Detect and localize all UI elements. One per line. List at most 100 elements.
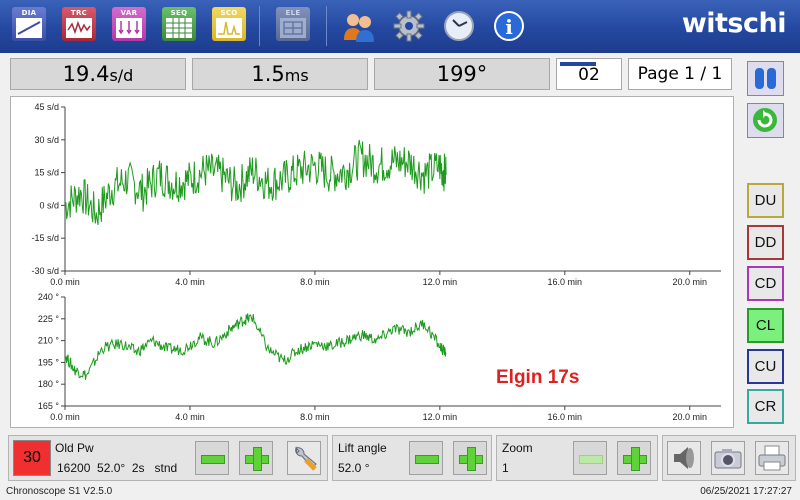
page-indicator: Page 1 / 1	[628, 58, 732, 90]
chart-1-y-tick-label: 195 °	[38, 357, 60, 367]
zoom-panel: Zoom 1	[496, 435, 658, 481]
refresh-icon	[753, 108, 777, 132]
scope-icon	[216, 18, 242, 38]
users-icon[interactable]	[342, 10, 376, 44]
position-button-cr[interactable]: CR	[747, 389, 784, 424]
amplitude-unit: ms	[284, 66, 309, 85]
info-icon[interactable]: i	[492, 9, 526, 43]
amplitude-readout: 1.5ms	[192, 58, 368, 90]
var-label: VAR	[120, 9, 138, 17]
print-button[interactable]	[755, 441, 789, 475]
diagram-icon	[16, 18, 42, 38]
chart-0-x-tick-label: 4.0 min	[175, 277, 205, 287]
chart-0-y-tick-label: 30 s/d	[34, 135, 59, 145]
trc-button[interactable]: TRC	[62, 7, 96, 41]
minus-icon	[579, 455, 603, 464]
lift-angle-label: Lift angle	[338, 441, 387, 455]
sco-label: SCO	[220, 9, 238, 17]
chart-1-y-tick-label: 240 °	[38, 292, 60, 302]
camera-button[interactable]	[711, 441, 745, 475]
chart-svg: 45 s/d30 s/d15 s/d0 s/d-15 s/d-30 s/d0.0…	[31, 102, 721, 422]
old-pw-plus-button[interactable]	[239, 441, 273, 475]
printer-icon	[758, 445, 786, 471]
chart-0-y-tick-label: 15 s/d	[34, 168, 59, 178]
chart-0-x-tick-label: 8.0 min	[300, 277, 330, 287]
old-pw-count-badge: 30	[13, 440, 51, 476]
gear-icon[interactable]	[392, 9, 426, 43]
lift-angle-panel: Lift angle 52.0 °	[332, 435, 492, 481]
chart-0-x-tick-label: 12.0 min	[423, 277, 458, 287]
top-toolbar: DIA TRC VAR SEQ SCO ELE i witschi	[0, 0, 800, 53]
sco-button[interactable]: SCO	[212, 7, 246, 41]
variation-icon	[116, 18, 142, 38]
rate-unit: s/d	[109, 66, 134, 85]
counter-box: 02	[556, 58, 622, 90]
lift-angle-plus-button[interactable]	[453, 441, 487, 475]
rate-value: 19.4	[62, 62, 110, 86]
trc-label: TRC	[70, 9, 88, 17]
media-panel	[662, 435, 796, 481]
pause-button[interactable]	[747, 61, 784, 96]
beat-angle-value: 199°	[436, 62, 488, 86]
electronic-icon	[280, 18, 306, 38]
chart-1-x-tick-label: 20.0 min	[672, 412, 707, 422]
chart-1-x-tick-label: 4.0 min	[175, 412, 205, 422]
chart-0-x-tick-label: 16.0 min	[548, 277, 583, 287]
dia-label: DIA	[21, 9, 37, 17]
speaker-icon	[674, 447, 694, 469]
datetime-label: 06/25/2021 17:27:27	[700, 486, 792, 497]
minus-icon	[201, 455, 225, 464]
chart-0-x-tick-label: 20.0 min	[672, 277, 707, 287]
wrench-icon	[295, 446, 317, 471]
var-button[interactable]: VAR	[112, 7, 146, 41]
chart-1-y-tick-label: 225 °	[38, 314, 60, 324]
chart-0-y-tick-label: -30 s/d	[31, 266, 59, 276]
toolbar-separator	[326, 6, 327, 46]
toolbar-separator	[259, 6, 260, 46]
clock-icon[interactable]	[442, 9, 476, 43]
chart-1-y-tick-label: 165 °	[38, 401, 60, 411]
seq-button[interactable]: SEQ	[162, 7, 196, 41]
chart-1-y-tick-label: 210 °	[38, 336, 60, 346]
amplitude-value: 1.5	[251, 62, 285, 86]
zoom-label: Zoom	[502, 441, 533, 455]
lift-angle-minus-button[interactable]	[409, 441, 443, 475]
position-button-cu[interactable]: CU	[747, 349, 784, 384]
dia-button[interactable]: DIA	[12, 7, 46, 41]
brand-logo: witschi	[681, 8, 787, 39]
chart-0-y-tick-label: 45 s/d	[34, 102, 59, 112]
chart-0-x-tick-label: 0.0 min	[50, 277, 80, 287]
sound-button[interactable]	[667, 441, 701, 475]
chart-1-x-tick-label: 8.0 min	[300, 412, 330, 422]
ele-button[interactable]: ELE	[276, 7, 310, 41]
minus-icon	[415, 455, 439, 464]
version-label: Chronoscope S1 V2.5.0	[6, 486, 113, 497]
chart-0-series-line	[64, 139, 447, 225]
position-button-cd[interactable]: CD	[747, 266, 784, 301]
chart-area: 45 s/d 30 s/d 15 s/d 0 s/d -15 s/d -30 s/d 0.0…	[10, 96, 734, 428]
ele-label: ELE	[285, 9, 301, 17]
chart-1-x-tick-label: 16.0 min	[548, 412, 583, 422]
chart-1-series-line	[64, 313, 447, 380]
old-pw-panel: 30 Old Pw 16200 52.0° 2s stnd	[8, 435, 328, 481]
settings-wrench-button[interactable]	[287, 441, 321, 475]
chart-0-y-tick-label: 0 s/d	[39, 200, 59, 210]
trace-icon	[66, 18, 92, 38]
zoom-plus-button[interactable]	[617, 441, 651, 475]
sequence-table-icon	[166, 18, 192, 38]
refresh-button[interactable]	[747, 103, 784, 138]
beat-angle-readout: 199°	[374, 58, 550, 90]
counter-value: 02	[578, 65, 600, 85]
lift-angle-value: 52.0 °	[338, 461, 370, 475]
svg-text:i: i	[505, 15, 513, 39]
zoom-value: 1	[502, 461, 509, 475]
zoom-minus-button[interactable]	[573, 441, 607, 475]
position-button-du[interactable]: DU	[747, 183, 784, 218]
position-button-cl[interactable]: CL	[747, 308, 784, 343]
position-button-dd[interactable]: DD	[747, 225, 784, 260]
pause-icon	[755, 68, 776, 89]
chart-1-x-tick-label: 0.0 min	[50, 412, 80, 422]
old-pw-minus-button[interactable]	[195, 441, 229, 475]
rate-readout: 19.4s/d	[10, 58, 186, 90]
chart-annotation: Elgin 17s	[496, 367, 579, 388]
